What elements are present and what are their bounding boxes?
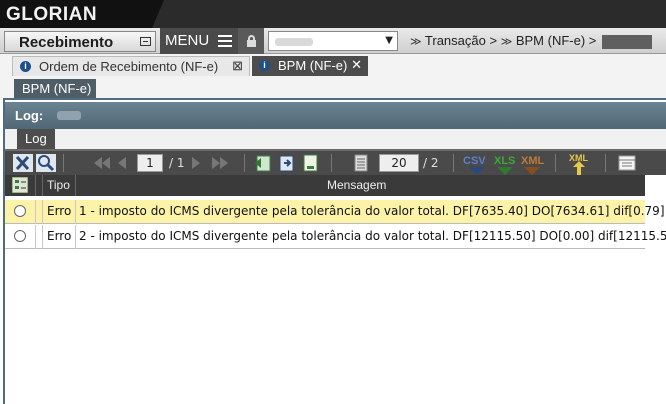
down-arrow-icon	[469, 167, 485, 175]
page-total: / 1	[169, 156, 185, 170]
close-icon[interactable]: ✕	[351, 57, 362, 73]
tab-log[interactable]: Log	[17, 129, 55, 149]
export-csv-button[interactable]: CSV	[463, 155, 486, 167]
column-divider	[75, 225, 76, 249]
grid-toolbar: 1 / 1 20 / 2 CSV XLS XML XML	[5, 149, 666, 175]
rows-per-page-input[interactable]: 20	[379, 154, 419, 172]
company-select[interactable]: ▼	[268, 31, 398, 51]
down-arrow-icon	[497, 167, 513, 175]
tab-label: BPM (NF-e)	[278, 58, 348, 73]
toolbar-separator	[63, 154, 64, 172]
cell-tipo: Erro	[47, 204, 72, 218]
lock-button[interactable]	[238, 28, 264, 54]
toolbar-separator	[331, 154, 332, 172]
breadcrumb: ≫ Transação > ≫ BPM (NF-e) >	[410, 33, 652, 49]
row-radio-button[interactable]	[14, 230, 26, 242]
column-divider	[42, 200, 43, 224]
breadcrumb-item-bpm[interactable]: BPM (NF-e) >	[516, 33, 597, 48]
redacted-company-value	[275, 38, 313, 46]
info-icon: i	[20, 61, 31, 72]
toolbar-separator	[244, 154, 245, 172]
layout-icon[interactable]	[617, 154, 637, 172]
subtabs: BPM (NF-e)	[0, 76, 666, 98]
close-icon[interactable]: ⊠	[232, 58, 243, 74]
table-header: Tipo Mensagem	[5, 175, 645, 196]
page-number-input[interactable]: 1	[137, 154, 163, 172]
cell-mensagem: 1 - imposto do ICMS divergente pela tole…	[79, 204, 665, 218]
subtab-label: BPM (NF-e)	[22, 81, 92, 96]
main-panel: Log: Log 1 / 1 20 / 2 CSV XLS XML XML Ti…	[3, 98, 666, 404]
export-icon[interactable]	[277, 154, 297, 172]
minimize-icon[interactable]	[140, 37, 151, 46]
column-divider	[35, 175, 36, 196]
app-logo: GLORIAN	[6, 4, 98, 25]
tab-log-label: Log	[25, 131, 47, 146]
module-label: Recebimento	[19, 34, 114, 51]
chevron-down-icon: ▼	[385, 35, 393, 46]
page-count: / 2	[423, 156, 439, 170]
nav-bar: Recebimento MENU ▼ ≫ Transação > ≫ BPM (…	[0, 28, 666, 54]
column-divider	[75, 175, 76, 196]
menu-label: MENU	[165, 32, 210, 49]
menu-button[interactable]: MENU	[160, 28, 238, 54]
search-icon[interactable]	[36, 154, 56, 172]
table-row[interactable]: Erro 2 - imposto do ICMS divergente pela…	[5, 225, 666, 249]
column-divider	[42, 225, 43, 249]
table-row[interactable]: Erro 1 - imposto do ICMS divergente pela…	[5, 200, 665, 224]
breadcrumb-item-transacao[interactable]: Transação >	[425, 33, 497, 48]
cell-tipo: Erro	[47, 229, 72, 243]
module-selector[interactable]: Recebimento	[4, 31, 156, 52]
tab-ordem-recebimento[interactable]: i Ordem de Recebimento (NF-e) ⊠	[12, 56, 250, 76]
document-tabs: i Ordem de Recebimento (NF-e) ⊠ i BPM (N…	[0, 54, 666, 76]
rows-per-page-icon	[354, 154, 368, 172]
redacted-breadcrumb	[602, 34, 652, 49]
hamburger-icon	[218, 35, 232, 47]
top-bar-background	[152, 0, 666, 28]
redacted-log-id	[57, 111, 81, 120]
toolbar-separator	[453, 154, 454, 172]
double-chevron-icon: ≫	[500, 36, 513, 48]
toolbar-separator	[555, 154, 556, 172]
export-xls-button[interactable]: XLS	[494, 155, 515, 167]
export-xml-button[interactable]: XML	[521, 155, 544, 167]
down-arrow-icon	[524, 167, 540, 175]
info-icon: i	[259, 60, 270, 71]
first-page-icon[interactable]	[90, 154, 134, 172]
column-divider	[35, 225, 36, 249]
inner-tabs: Log	[5, 129, 666, 149]
toolbar-separator	[605, 154, 606, 172]
subtab-bpm-nfe[interactable]: BPM (NF-e)	[14, 79, 96, 98]
top-bar: GLORIAN	[0, 0, 666, 28]
select-all-icon[interactable]	[12, 177, 28, 193]
column-divider	[75, 200, 76, 224]
double-chevron-icon: ≫	[410, 36, 422, 48]
document-icon[interactable]	[301, 154, 321, 172]
column-header-mensagem[interactable]: Mensagem	[327, 178, 386, 192]
last-page-icon[interactable]	[190, 154, 234, 172]
column-divider	[42, 175, 43, 196]
cell-mensagem: 2 - imposto do ICMS divergente pela tole…	[79, 229, 666, 243]
column-header-tipo[interactable]: Tipo	[47, 178, 70, 192]
refresh-icon[interactable]	[253, 154, 273, 172]
row-radio-button[interactable]	[14, 205, 26, 217]
panel-title: Log:	[15, 108, 44, 123]
tab-label: Ordem de Recebimento (NF-e)	[39, 59, 219, 74]
tab-bpm-nfe[interactable]: i BPM (NF-e) ✕	[252, 56, 368, 76]
panel-header: Log:	[5, 102, 666, 129]
tools-icon[interactable]	[13, 154, 33, 172]
lock-icon-body	[247, 40, 256, 47]
column-divider	[35, 200, 36, 224]
upload-icon[interactable]	[571, 161, 587, 175]
